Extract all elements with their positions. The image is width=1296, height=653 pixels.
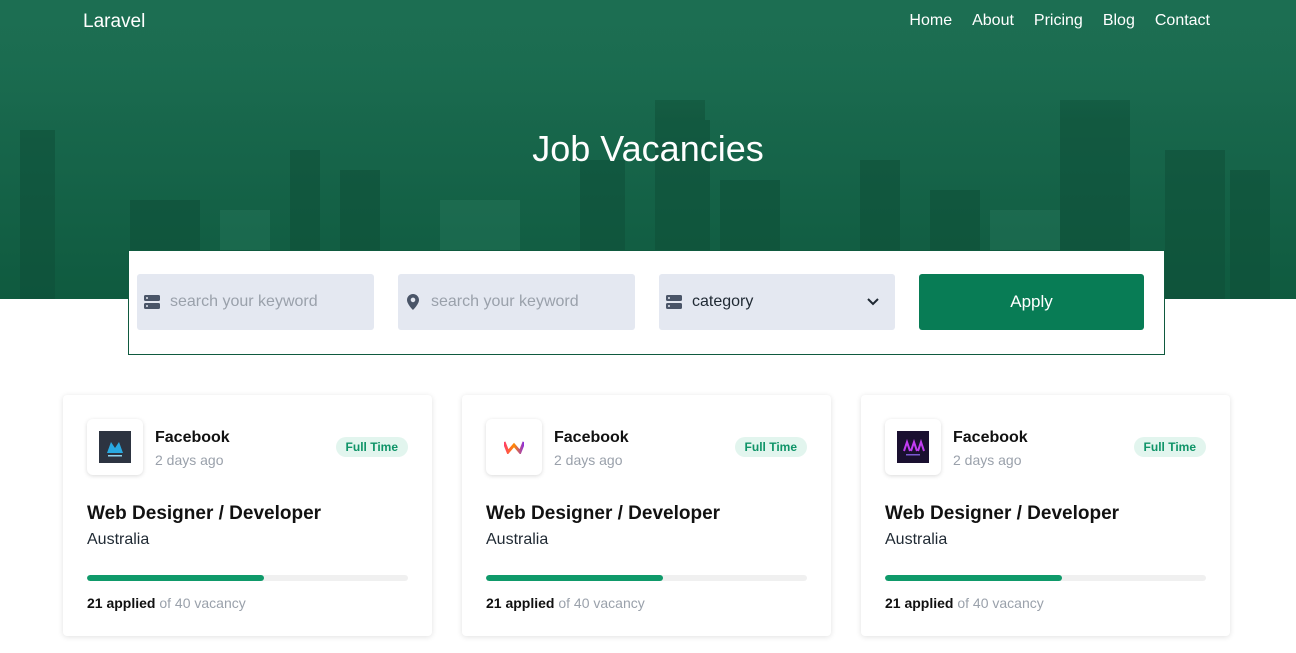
nav-menu: Home About Pricing Blog Contact bbox=[909, 12, 1210, 30]
map-pin-icon bbox=[405, 294, 421, 310]
applied-progress-bar bbox=[87, 575, 408, 581]
chevron-down-icon bbox=[867, 295, 881, 309]
nav-link-blog[interactable]: Blog bbox=[1103, 12, 1135, 30]
apply-button[interactable]: Apply bbox=[919, 274, 1144, 330]
applied-progress-fill bbox=[486, 575, 663, 581]
applied-progress-fill bbox=[87, 575, 264, 581]
applied-stats: 21 applied of 40 vacancy bbox=[486, 595, 645, 611]
brand-logo-text[interactable]: Laravel bbox=[83, 11, 145, 33]
job-title[interactable]: Web Designer / Developer bbox=[885, 503, 1119, 525]
posted-time: 2 days ago bbox=[953, 452, 1022, 468]
company-name: Facebook bbox=[953, 429, 1028, 446]
category-select[interactable]: category bbox=[659, 274, 895, 330]
vacancy-count: of 40 vacancy bbox=[159, 595, 246, 611]
applied-progress-fill bbox=[885, 575, 1062, 581]
dark-square-logo-icon bbox=[99, 431, 131, 463]
purple-dark-logo-icon bbox=[897, 431, 929, 463]
job-type-badge: Full Time bbox=[1133, 437, 1206, 457]
nav-link-about[interactable]: About bbox=[972, 12, 1014, 30]
page-title: Job Vacancies bbox=[532, 128, 764, 169]
keyword-field[interactable] bbox=[137, 274, 374, 330]
job-location: Australia bbox=[87, 531, 150, 548]
location-field[interactable] bbox=[398, 274, 635, 330]
keyword-input[interactable] bbox=[170, 293, 350, 311]
job-type-badge: Full Time bbox=[335, 437, 408, 457]
company-name: Facebook bbox=[554, 429, 629, 446]
company-name: Facebook bbox=[155, 429, 230, 446]
applied-count: 21 applied bbox=[87, 595, 156, 611]
job-location: Australia bbox=[885, 531, 948, 548]
job-location: Australia bbox=[486, 531, 549, 548]
top-navbar: Laravel Home About Pricing Blog Contact bbox=[0, 0, 1296, 44]
job-card[interactable]: Facebook 2 days ago Full Time Web Design… bbox=[861, 395, 1230, 636]
applied-stats: 21 applied of 40 vacancy bbox=[885, 595, 1044, 611]
job-card[interactable]: Facebook 2 days ago Full Time Web Design… bbox=[63, 395, 432, 636]
company-logo bbox=[87, 419, 143, 475]
applied-count: 21 applied bbox=[885, 595, 954, 611]
gradient-w-logo-icon bbox=[504, 441, 524, 454]
company-logo bbox=[486, 419, 542, 475]
nav-link-home[interactable]: Home bbox=[909, 12, 952, 30]
nav-link-contact[interactable]: Contact bbox=[1155, 12, 1210, 30]
job-type-badge: Full Time bbox=[734, 437, 807, 457]
job-card[interactable]: Facebook 2 days ago Full Time Web Design… bbox=[462, 395, 831, 636]
location-input[interactable] bbox=[431, 293, 611, 311]
applied-count: 21 applied bbox=[486, 595, 555, 611]
job-title[interactable]: Web Designer / Developer bbox=[87, 503, 321, 525]
posted-time: 2 days ago bbox=[554, 452, 623, 468]
company-logo bbox=[885, 419, 941, 475]
category-select-value: category bbox=[692, 293, 754, 310]
server-icon bbox=[144, 294, 160, 310]
posted-time: 2 days ago bbox=[155, 452, 224, 468]
applied-progress-bar bbox=[885, 575, 1206, 581]
vacancy-count: of 40 vacancy bbox=[558, 595, 645, 611]
vacancy-count: of 40 vacancy bbox=[957, 595, 1044, 611]
job-search-form: category Apply bbox=[128, 250, 1165, 355]
nav-link-pricing[interactable]: Pricing bbox=[1034, 12, 1083, 30]
applied-stats: 21 applied of 40 vacancy bbox=[87, 595, 246, 611]
server-icon bbox=[666, 294, 682, 310]
applied-progress-bar bbox=[486, 575, 807, 581]
job-title[interactable]: Web Designer / Developer bbox=[486, 503, 720, 525]
